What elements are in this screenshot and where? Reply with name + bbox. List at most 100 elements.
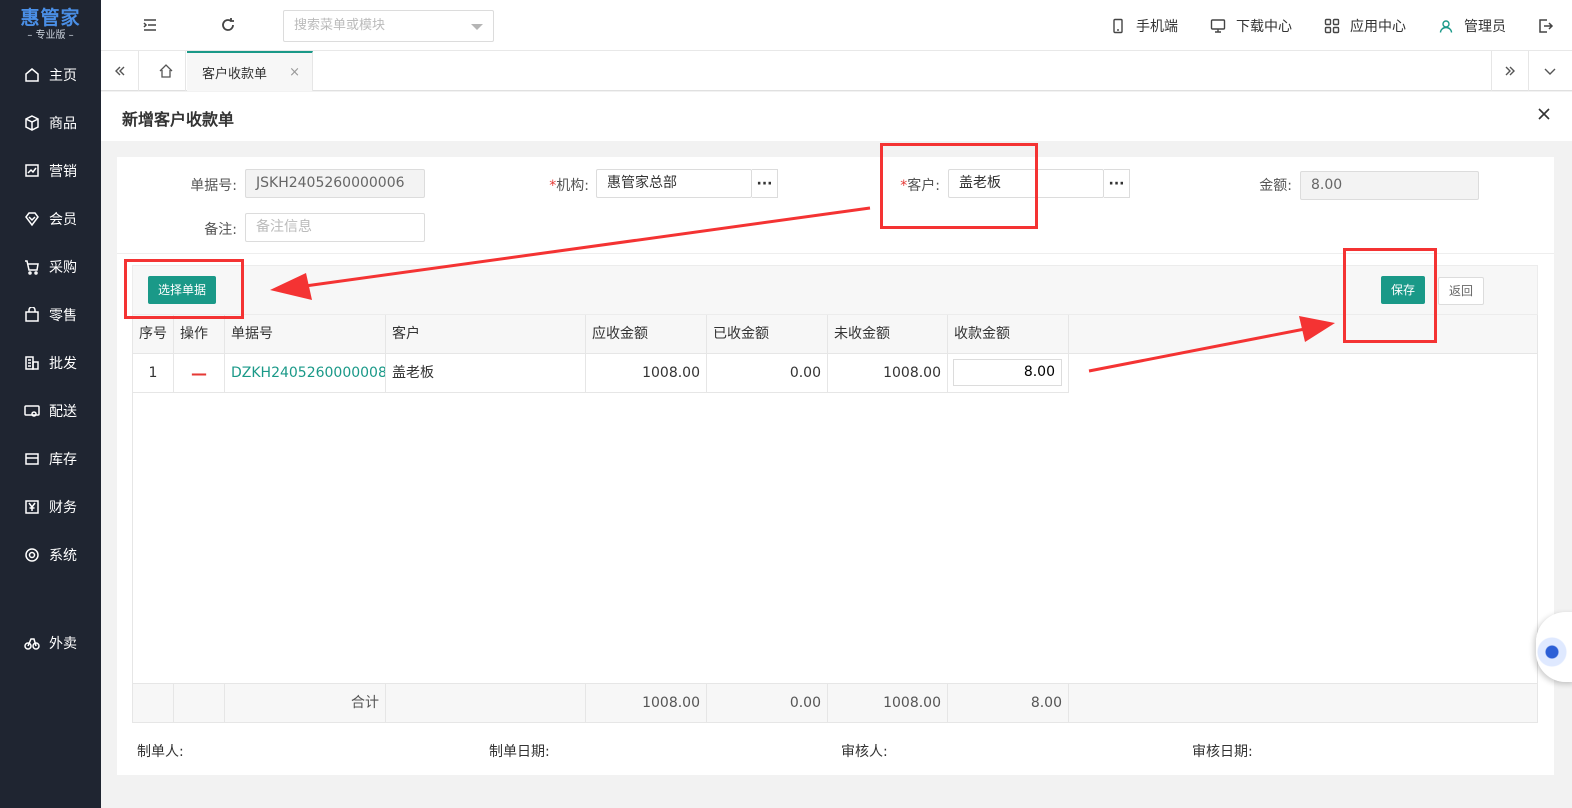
bill-no-field: JSKH2405260000006 (245, 169, 425, 198)
foot-empty-2 (174, 684, 225, 723)
tab-close-icon[interactable]: × (289, 65, 300, 80)
sidebar-item-home[interactable]: 主页 (0, 51, 101, 99)
sidebar-item-label: 会员 (49, 212, 77, 228)
sidebar-item-system[interactable]: 系统 (0, 531, 101, 579)
download-center-link[interactable]: 下载中心 (1210, 16, 1292, 36)
user-avatar-icon (1439, 19, 1453, 33)
sidebar-item-label: 库存 (49, 452, 77, 468)
sidebar-item-member[interactable]: 会员 (0, 195, 101, 243)
double-chevron-left-icon (114, 66, 124, 76)
chevron-down-icon (471, 24, 483, 30)
sidebar-item-label: 系统 (49, 548, 77, 564)
tabs-scroll-left-button[interactable] (101, 51, 139, 91)
remove-row-button[interactable]: — (174, 354, 225, 393)
sidebar-item-inventory[interactable]: 库存 (0, 435, 101, 483)
tabs-scroll-right-button[interactable] (1491, 51, 1529, 91)
back-button[interactable]: 返回 (1438, 277, 1485, 305)
col-pay: 收款金额 (948, 315, 1069, 354)
diamond-icon (25, 212, 39, 227)
logout-icon[interactable] (1538, 18, 1554, 34)
amount-label: 金额: (1259, 178, 1292, 194)
page-title: 新增客户收款单 (122, 110, 235, 129)
tab-customer-receipt[interactable]: 客户收款单 × (187, 51, 313, 91)
tab-label: 客户收款单 (202, 66, 268, 82)
col-customer: 客户 (386, 315, 586, 354)
total-label: 合计 (225, 684, 386, 723)
phone-icon (1113, 18, 1123, 33)
sidebar-item-takeout[interactable]: 外卖 (0, 619, 101, 667)
refresh-icon[interactable] (219, 16, 237, 34)
user-menu[interactable]: 管理员 (1438, 16, 1506, 36)
make-date-label: 制单日期: (489, 744, 550, 760)
receipt-table: 序号 操作 单据号 客户 应收金额 已收金额 未收金额 收款金额 1 — DZK… (132, 315, 1538, 723)
search-placeholder: 搜索菜单或模块 (294, 18, 386, 33)
sidebar-item-delivery[interactable]: 配送 (0, 387, 101, 435)
col-bill-no: 单据号 (225, 315, 386, 354)
scooter-icon (24, 638, 40, 650)
sidebar-item-marketing[interactable]: 营销 (0, 147, 101, 195)
col-unreceived: 未收金额 (828, 315, 948, 354)
annotation-select-bill-box (124, 259, 244, 319)
row-customer: 盖老板 (386, 354, 586, 393)
sidebar-item-wholesale[interactable]: 批发 (0, 339, 101, 387)
download-center-label: 下载中心 (1236, 18, 1292, 35)
amount-field: 8.00 (1300, 171, 1479, 200)
home-icon (25, 68, 39, 82)
row-index: 1 (133, 354, 174, 393)
mobile-link[interactable]: 手机端 (1110, 16, 1178, 36)
inventory-icon (25, 453, 39, 465)
app-center-label: 应用中心 (1350, 18, 1406, 35)
row-bill-no: DZKH2405260000008 (225, 354, 386, 393)
chart-icon (25, 164, 39, 177)
close-icon[interactable] (1536, 106, 1552, 122)
truck-icon (24, 405, 40, 417)
gear-icon (25, 548, 39, 562)
row-receivable: 1008.00 (586, 354, 707, 393)
sidebar-item-label: 营销 (49, 164, 77, 180)
total-unreceived: 1008.00 (828, 684, 948, 723)
bill-no-link[interactable]: DZKH2405260000008 (231, 365, 385, 381)
brand-logo[interactable]: 惠管家 – 专业版 – (0, 0, 101, 50)
cart-icon (25, 260, 39, 275)
sidebar: 惠管家 – 专业版 – 主页 商品 营销 会员 采购 零售 批发 配送 库存 财… (0, 0, 101, 808)
top-header: 搜索菜单或模块 手机端 下载中心 应用中心 管理员 (101, 0, 1572, 51)
annotation-customer-box (880, 143, 1038, 229)
foot-empty-3 (386, 684, 586, 723)
home-icon (159, 64, 172, 78)
org-label-text: 机构: (556, 178, 589, 194)
sidebar-item-label: 商品 (49, 116, 77, 132)
table-row: 1 — DZKH2405260000008 盖老板 1008.00 0.00 1… (133, 354, 1069, 393)
divider (117, 253, 1554, 254)
col-op: 操作 (174, 315, 225, 354)
sidebar-item-goods[interactable]: 商品 (0, 99, 101, 147)
remark-input[interactable]: 备注信息 (245, 213, 425, 242)
reviewer-label: 审核人: (841, 744, 888, 760)
bag-icon (25, 307, 39, 322)
tab-home[interactable] (146, 51, 186, 91)
sidebar-item-purchase[interactable]: 采购 (0, 243, 101, 291)
box-icon (25, 115, 39, 131)
sidebar-item-finance[interactable]: 财务 (0, 483, 101, 531)
table-footer: 合计 1008.00 0.00 1008.00 8.00 (133, 683, 1537, 723)
review-date-label: 审核日期: (1192, 744, 1253, 760)
apps-grid-icon (1324, 18, 1340, 33)
remark-label: 备注: (204, 222, 237, 238)
org-picker-button[interactable]: ··· (752, 169, 778, 198)
sidebar-item-label: 采购 (49, 260, 77, 276)
org-label: *机构: (527, 175, 589, 195)
brand-edition-text: 专业版 (35, 30, 66, 41)
top-links: 手机端 下载中心 应用中心 管理员 (1110, 0, 1572, 51)
annotation-save-box (1343, 248, 1437, 343)
menu-search-select[interactable]: 搜索菜单或模块 (283, 10, 494, 42)
sidebar-item-retail[interactable]: 零售 (0, 291, 101, 339)
double-chevron-right-icon (1505, 66, 1515, 76)
user-name: 管理员 (1464, 18, 1506, 35)
pay-amount-input[interactable]: 8.00 (953, 359, 1062, 386)
app-center-link[interactable]: 应用中心 (1324, 16, 1406, 36)
menu-collapse-icon[interactable] (141, 16, 159, 34)
col-receivable: 应收金额 (586, 315, 707, 354)
sidebar-item-label: 财务 (49, 500, 77, 516)
tabs-menu-button[interactable] (1531, 51, 1569, 91)
customer-picker-button[interactable]: ··· (1104, 169, 1130, 198)
org-field[interactable]: 惠管家总部 (596, 169, 752, 198)
